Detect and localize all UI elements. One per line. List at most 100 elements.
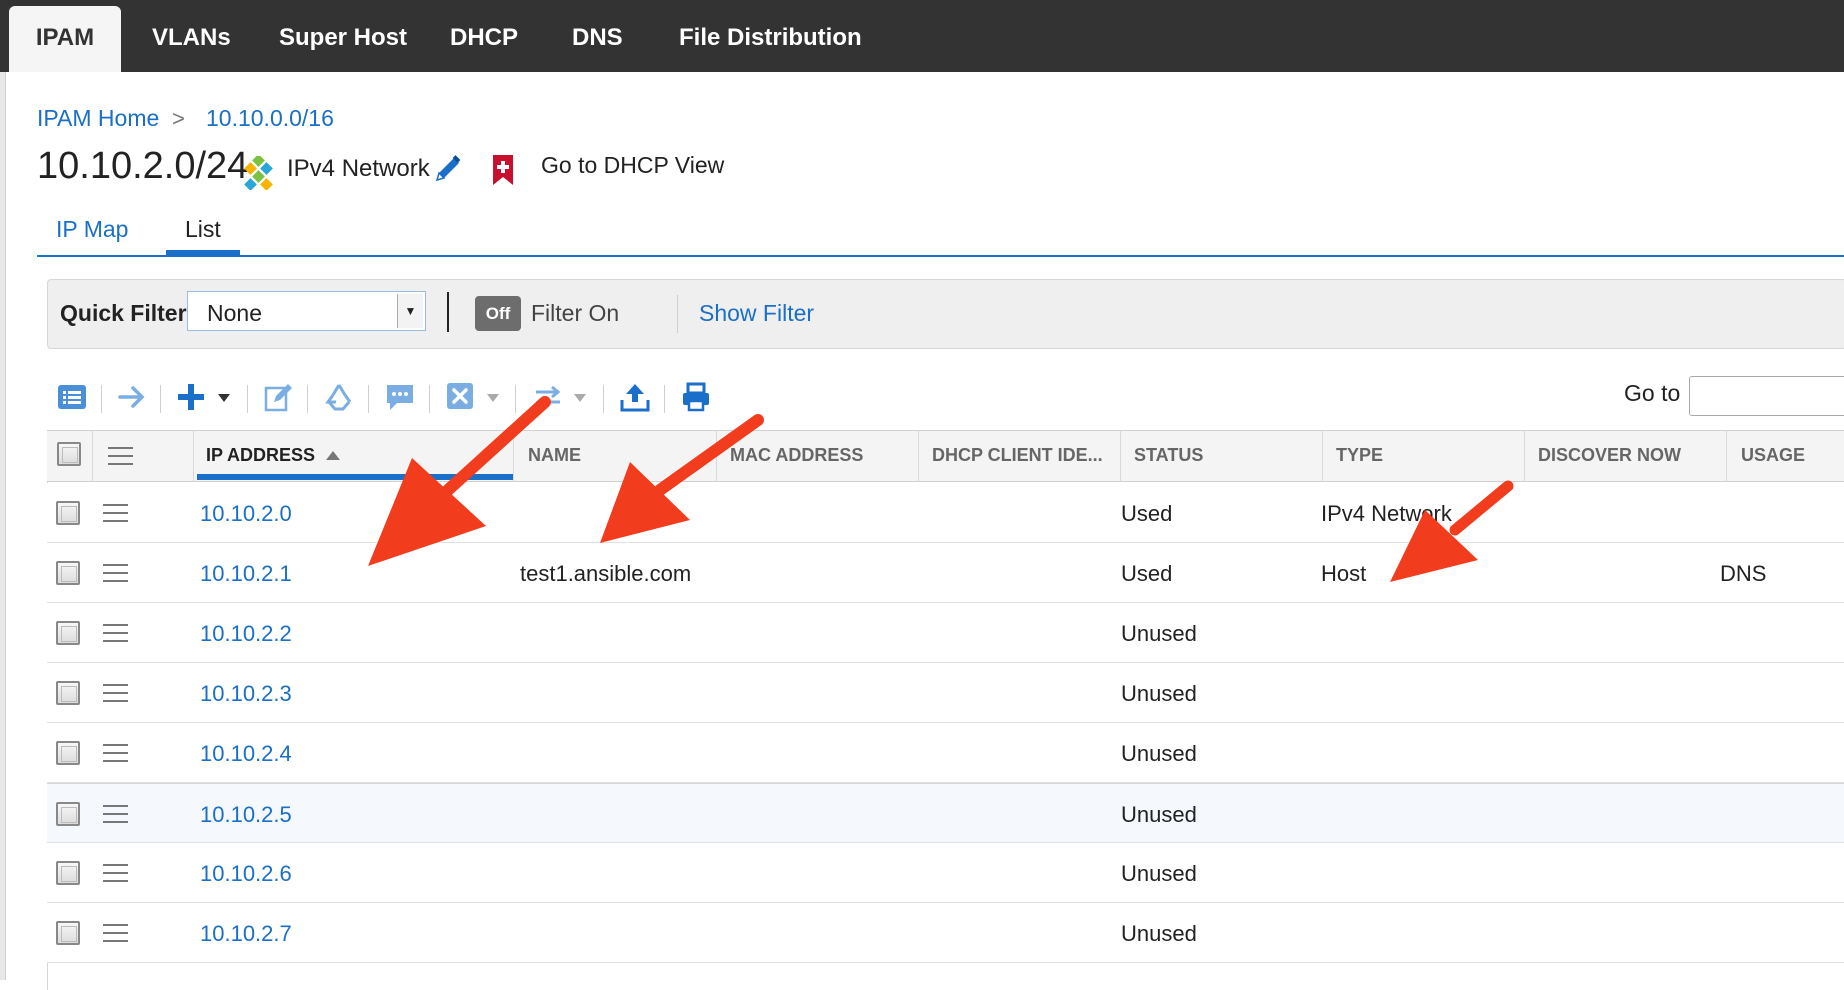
filter-divider	[677, 295, 678, 333]
quick-filter-select[interactable]: None ▼	[187, 291, 426, 331]
chevron-down-icon[interactable]	[574, 394, 586, 402]
filter-toggle[interactable]: Off	[475, 296, 521, 331]
nav-tab-dns[interactable]: DNS	[572, 0, 623, 72]
status-cell: Used	[1121, 501, 1173, 526]
toolbar-separator	[664, 385, 665, 413]
usage-cell: DNS	[1720, 561, 1767, 586]
table-row[interactable]: 10.10.2.6 Unused	[47, 843, 1844, 903]
breadcrumb-home[interactable]: IPAM Home	[37, 105, 159, 132]
ip-address-link[interactable]: 10.10.2.4	[200, 741, 292, 767]
column-header-dhcp-client-id[interactable]: DHCP CLIENT IDE...	[932, 445, 1103, 466]
table-row[interactable]: 10.10.2.2 Unused	[47, 603, 1844, 663]
row-checkbox[interactable]	[56, 681, 80, 705]
row-checkbox[interactable]	[56, 741, 80, 765]
ip-address-link[interactable]: 10.10.2.0	[200, 501, 292, 527]
goto-label: Go to	[1624, 380, 1681, 406]
print-icon[interactable]	[681, 382, 711, 412]
toolbar-separator	[429, 385, 430, 413]
column-header-status[interactable]: STATUS	[1134, 445, 1203, 466]
select-all-checkbox[interactable]	[57, 442, 81, 466]
ip-address-link[interactable]: 10.10.2.6	[200, 861, 292, 887]
filter-on-label: Filter On	[531, 300, 620, 326]
ip-address-link[interactable]: 10.10.2.7	[200, 921, 292, 947]
delete-icon[interactable]	[446, 382, 474, 410]
column-header-name[interactable]: NAME	[528, 445, 581, 466]
nav-tab-vlans[interactable]: VLANs	[152, 0, 231, 72]
toolbar-separator	[247, 385, 248, 413]
filter-separator	[447, 292, 449, 332]
ip-address-link[interactable]: 10.10.2.1	[200, 561, 292, 587]
row-menu-icon[interactable]	[103, 504, 128, 522]
add-icon[interactable]	[176, 382, 206, 412]
goto-input[interactable]	[1689, 376, 1844, 416]
row-menu-icon[interactable]	[103, 564, 128, 582]
network-icon	[244, 156, 273, 190]
ip-address-link[interactable]: 10.10.2.5	[200, 802, 292, 828]
top-navigation: IPAM VLANs Super Host DHCP DNS File Dist…	[0, 0, 1844, 72]
row-menu-icon[interactable]	[103, 684, 128, 702]
table-row[interactable]: 10.10.2.1 test1.ansible.com Used Host DN…	[47, 543, 1844, 603]
table-row[interactable]: 10.10.2.7 Unused	[47, 903, 1844, 963]
type-cell: IPv4 Network	[1321, 501, 1452, 526]
table-row[interactable]: 10.10.2.5 Unused	[47, 783, 1844, 843]
comment-icon[interactable]	[385, 382, 415, 412]
nav-tab-dhcp[interactable]: DHCP	[450, 0, 518, 72]
row-menu-icon[interactable]	[103, 624, 128, 642]
nav-tab-file-distribution[interactable]: File Distribution	[679, 0, 862, 72]
ip-address-link[interactable]: 10.10.2.3	[200, 681, 292, 707]
network-type-label: IPv4 Network	[287, 155, 430, 182]
list-icon[interactable]	[57, 382, 87, 412]
table-row[interactable]: 10.10.2.4 Unused	[47, 723, 1844, 783]
table-row[interactable]: 10.10.2.0 Used IPv4 Network	[47, 483, 1844, 543]
recycle-icon[interactable]	[324, 382, 354, 412]
show-filter-link[interactable]: Show Filter	[699, 300, 814, 327]
row-checkbox[interactable]	[56, 921, 80, 945]
column-header-mac-address[interactable]: MAC ADDRESS	[730, 445, 863, 466]
toolbar-separator	[368, 385, 369, 413]
swap-icon[interactable]	[533, 382, 563, 412]
column-menu-icon[interactable]	[108, 447, 133, 465]
status-cell: Unused	[1121, 802, 1197, 827]
breadcrumb-parent[interactable]: 10.10.0.0/16	[206, 105, 334, 132]
column-header-usage[interactable]: USAGE	[1741, 445, 1805, 466]
row-menu-icon[interactable]	[103, 805, 128, 823]
upload-icon[interactable]	[620, 382, 650, 412]
toolbar-separator	[307, 385, 308, 413]
arrow-right-icon[interactable]	[117, 382, 147, 412]
row-checkbox[interactable]	[56, 861, 80, 885]
status-cell: Used	[1121, 561, 1173, 586]
row-menu-icon[interactable]	[103, 744, 128, 762]
go-to-dhcp-view-link[interactable]: Go to DHCP View	[541, 152, 724, 179]
status-cell: Unused	[1121, 921, 1197, 946]
chevron-down-icon[interactable]: ▼	[397, 294, 423, 328]
status-cell: Unused	[1121, 741, 1197, 766]
tab-list[interactable]: List	[185, 216, 221, 243]
breadcrumb-separator: >	[172, 106, 185, 131]
row-checkbox[interactable]	[56, 501, 80, 525]
edit-icon[interactable]	[264, 382, 294, 412]
name-cell: test1.ansible.com	[520, 561, 692, 586]
row-checkbox[interactable]	[56, 561, 80, 585]
type-cell: Host	[1321, 561, 1367, 586]
column-header-ip-address[interactable]: IP ADDRESS	[206, 445, 315, 466]
row-menu-icon[interactable]	[103, 864, 128, 882]
tabs-divider	[37, 255, 1844, 257]
ip-address-link[interactable]: 10.10.2.2	[200, 621, 292, 647]
row-checkbox[interactable]	[56, 621, 80, 645]
toolbar-separator	[101, 385, 102, 413]
nav-tab-super-host[interactable]: Super Host	[279, 0, 407, 72]
row-menu-icon[interactable]	[103, 924, 128, 942]
chevron-down-icon[interactable]	[218, 394, 230, 402]
row-checkbox[interactable]	[56, 802, 80, 826]
nav-tab-ipam[interactable]: IPAM	[9, 6, 121, 72]
column-header-discover-now[interactable]: DISCOVER NOW	[1538, 445, 1681, 466]
sorted-column-indicator	[197, 474, 513, 480]
left-panel-edge	[0, 72, 6, 980]
bookmark-icon[interactable]	[492, 154, 514, 186]
column-header-type[interactable]: TYPE	[1336, 445, 1383, 466]
tab-ip-map[interactable]: IP Map	[56, 216, 128, 243]
chevron-down-icon[interactable]	[487, 394, 499, 402]
pencil-icon[interactable]	[432, 153, 464, 185]
status-cell: Unused	[1121, 861, 1197, 886]
table-row[interactable]: 10.10.2.3 Unused	[47, 663, 1844, 723]
